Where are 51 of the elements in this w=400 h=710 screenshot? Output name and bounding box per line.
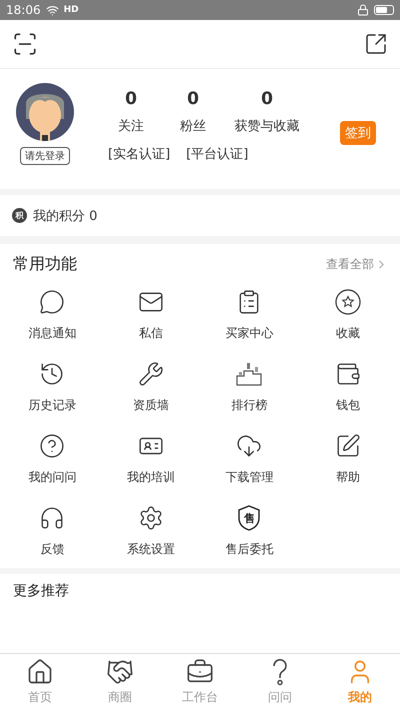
wrench-icon: [138, 361, 164, 387]
stat-value: 0: [261, 89, 273, 109]
stat-label: 粉丝: [180, 118, 206, 135]
function-label[interactable]: 历史记录: [28, 397, 76, 414]
function-label[interactable]: 私信: [138, 325, 163, 342]
function-label[interactable]: 钱包: [336, 397, 360, 414]
network-label: HD: [64, 5, 79, 15]
edit-icon: [334, 433, 361, 459]
function-label[interactable]: 买家中心: [225, 325, 274, 342]
login-button[interactable]: 请先登录: [20, 147, 70, 165]
function-label[interactable]: 下载管理: [225, 469, 274, 486]
podium-icon: [235, 361, 264, 387]
function-label[interactable]: 我的培训: [126, 469, 175, 486]
certification-link[interactable]: [平台认证]: [186, 145, 248, 163]
battery-icon: [374, 5, 394, 15]
chat-bubble-icon: [39, 289, 66, 315]
section-title: 更多推荐: [13, 583, 69, 599]
function-label[interactable]: 我的问问: [28, 469, 76, 486]
function-label[interactable]: 资质墙: [132, 397, 169, 414]
history-icon: [39, 361, 66, 387]
section-title: 常用功能: [13, 254, 77, 275]
points-label: 我的积分 0: [33, 208, 98, 224]
function-label[interactable]: 消息通知: [28, 325, 76, 342]
cloud-download-icon: [236, 433, 262, 459]
stat-label: 关注: [118, 118, 144, 135]
scan-icon[interactable]: [12, 31, 38, 57]
certification-link[interactable]: [实名认证]: [108, 145, 170, 163]
wallet-icon: [334, 361, 361, 387]
function-label[interactable]: 反馈: [40, 541, 64, 558]
share-icon[interactable]: [364, 32, 388, 56]
stat-value: 0: [125, 89, 137, 109]
points-badge: 积: [12, 208, 27, 223]
settings-icon: [138, 505, 164, 531]
shield-icon: [237, 505, 262, 531]
function-label[interactable]: 售后委托: [225, 541, 274, 558]
function-label[interactable]: 系统设置: [126, 541, 175, 558]
home-icon: [26, 658, 54, 686]
view-all-link[interactable]: 查看全部: [326, 256, 388, 273]
status-time: 18:06: [6, 3, 41, 17]
shield-glyph: 售: [244, 510, 255, 526]
handshake-icon: [106, 658, 134, 686]
question-mark-icon: [271, 658, 289, 686]
stat-value: 0: [187, 89, 199, 109]
lock-icon: [357, 4, 369, 16]
function-label[interactable]: 帮助: [336, 469, 360, 486]
stat-label: 获赞与收藏: [234, 118, 300, 135]
function-label[interactable]: 排行榜: [231, 397, 268, 414]
help-icon: [39, 433, 66, 459]
headset-icon: [39, 505, 66, 531]
wifi-icon: [46, 4, 59, 16]
function-label[interactable]: 收藏: [336, 325, 360, 342]
